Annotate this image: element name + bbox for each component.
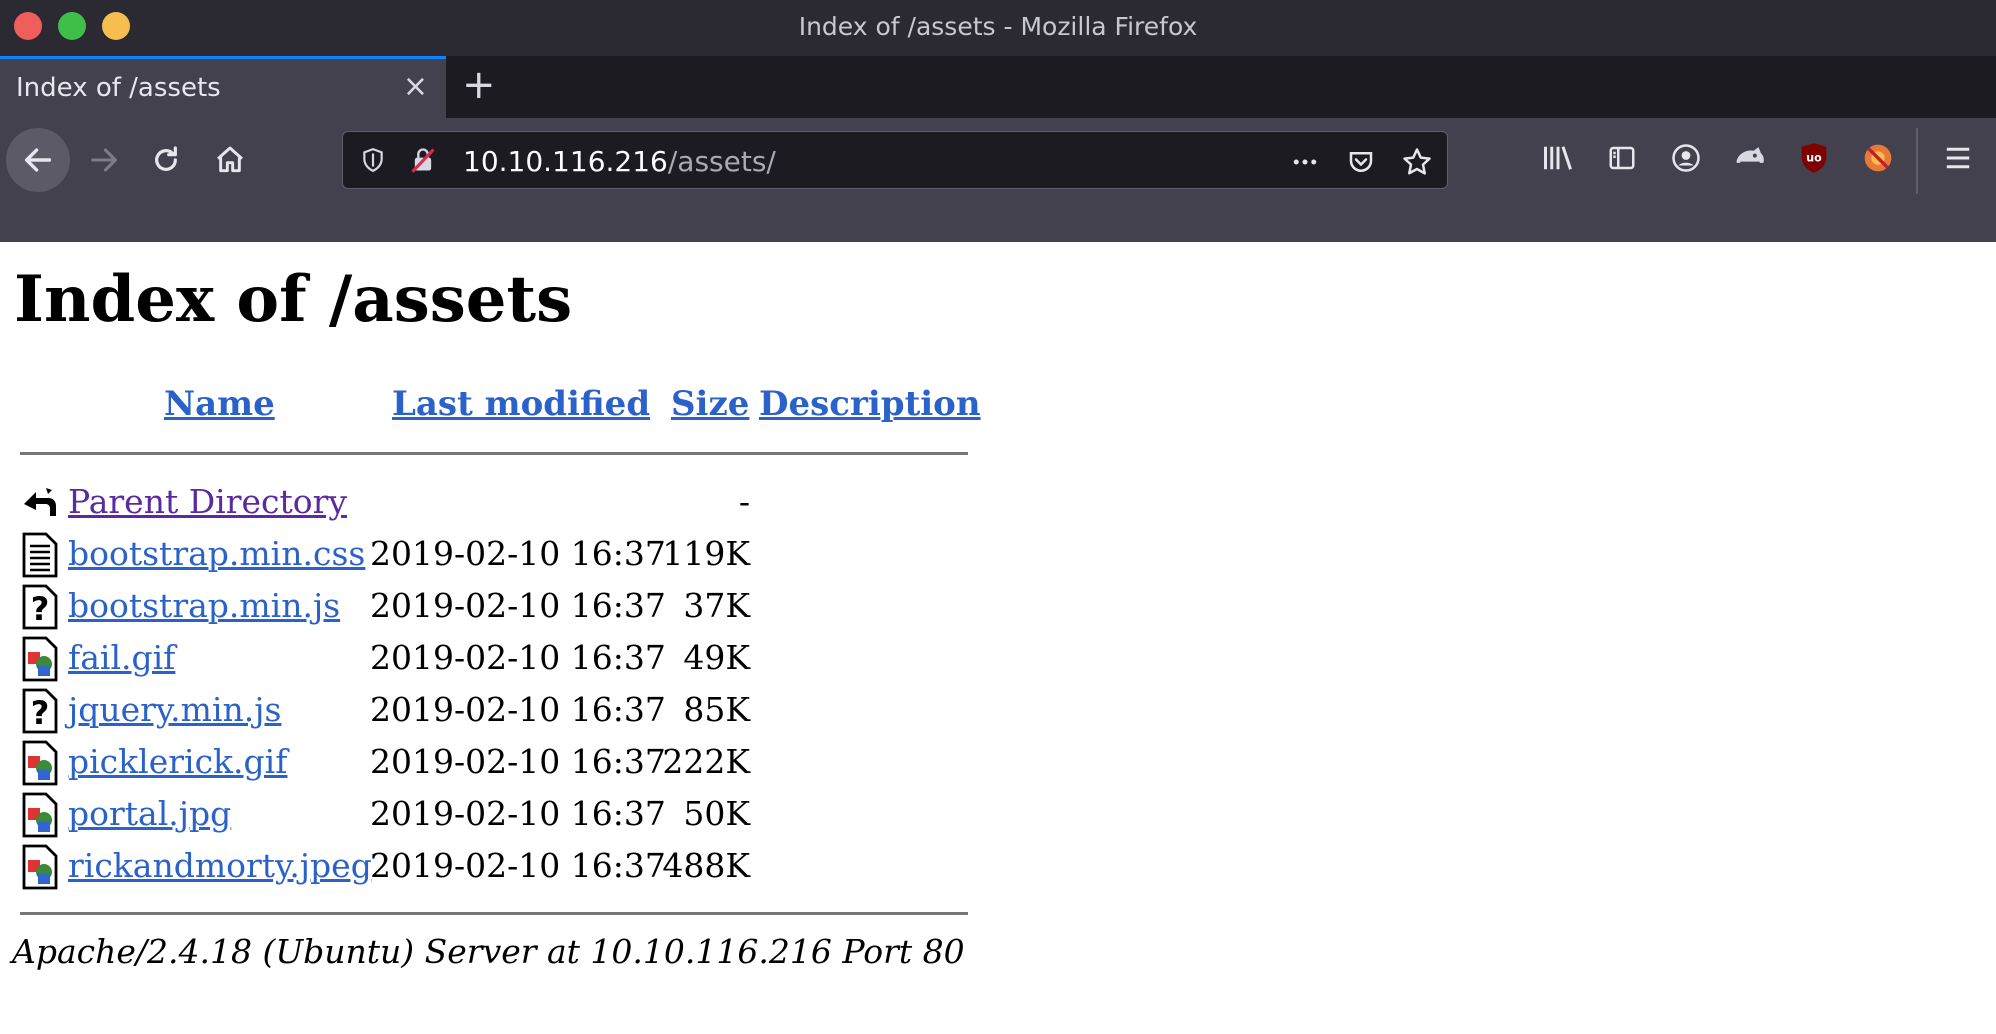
header-divider (20, 452, 968, 455)
reload-button[interactable] (142, 128, 190, 192)
unknown-file-icon: ? (22, 584, 58, 630)
column-header-last-modified[interactable]: Last modified (392, 384, 650, 424)
file-size: - (738, 482, 750, 521)
file-link-jquery-min-js[interactable]: jquery.min.js (68, 690, 281, 729)
column-header-size[interactable]: Size (671, 384, 749, 424)
list-item: portal.jpg 2019-02-10 16:37 50K (0, 792, 980, 842)
column-header-description[interactable]: Description (759, 384, 981, 424)
tab-title: Index of /assets (16, 73, 221, 103)
page-content: Index of /assets Name Last modified Size… (0, 242, 1996, 1034)
image-file-icon (22, 844, 58, 890)
file-date: 2019-02-10 16:37 (370, 534, 666, 573)
file-link-fail-gif[interactable]: fail.gif (68, 638, 175, 677)
file-link-parent-directory[interactable]: Parent Directory (68, 482, 347, 521)
list-item: ? jquery.min.js 2019-02-10 16:37 85K (0, 688, 980, 738)
forward-button[interactable] (80, 128, 128, 192)
back-icon (24, 488, 56, 516)
url-text[interactable]: 10.10.116.216/assets/ (463, 145, 776, 178)
tab-close-button[interactable]: × (403, 69, 428, 104)
tab-active[interactable]: Index of /assets × (0, 56, 446, 118)
reload-icon (155, 146, 177, 171)
svg-text:uo: uo (1806, 152, 1822, 165)
list-item: picklerick.gif 2019-02-10 16:37 222K (0, 740, 980, 790)
extension-blocked-icon[interactable] (1856, 136, 1900, 180)
file-size: 222K (662, 742, 750, 781)
file-size: 49K (683, 638, 750, 677)
list-item: bootstrap.min.css 2019-02-10 16:37 119K (0, 532, 980, 582)
list-item: fail.gif 2019-02-10 16:37 49K (0, 636, 980, 686)
image-file-icon (22, 740, 58, 786)
tab-bar: Index of /assets × + (0, 56, 1996, 118)
file-link-rickandmorty-jpeg[interactable]: rickandmorty.jpeg (68, 846, 372, 885)
home-button[interactable] (206, 128, 254, 192)
unknown-file-icon: ? (22, 688, 58, 734)
title-bar: Index of /assets - Mozilla Firefox (0, 0, 1996, 56)
file-date: 2019-02-10 16:37 (370, 690, 666, 729)
image-file-icon (22, 792, 58, 838)
sidebar-icon[interactable] (1600, 136, 1644, 180)
menu-hamburger-icon[interactable] (1936, 136, 1980, 180)
file-date: 2019-02-10 16:37 (370, 794, 666, 833)
shield-icon[interactable] (357, 144, 389, 176)
page-heading: Index of /assets (14, 262, 573, 337)
file-size: 488K (662, 846, 750, 885)
file-size: 85K (683, 690, 750, 729)
page-actions-icon[interactable] (1287, 144, 1323, 180)
ublock-origin-icon[interactable]: uo (1792, 136, 1836, 180)
url-host: 10.10.116.216 (463, 145, 668, 178)
list-item: Parent Directory - (0, 480, 980, 530)
file-link-portal-jpg[interactable]: portal.jpg (68, 794, 231, 833)
file-date: 2019-02-10 16:37 (370, 586, 666, 625)
arrow-left-icon (24, 148, 52, 172)
file-size: 50K (683, 794, 750, 833)
arrow-right-icon (91, 148, 117, 172)
file-size: 37K (683, 586, 750, 625)
file-date: 2019-02-10 16:37 (370, 742, 666, 781)
text-file-icon (22, 532, 58, 578)
file-date: 2019-02-10 16:37 (370, 638, 666, 677)
account-icon[interactable] (1664, 136, 1708, 180)
footer-divider (20, 912, 968, 915)
toolbar-separator (1916, 128, 1918, 194)
window-title: Index of /assets - Mozilla Firefox (798, 12, 1198, 41)
list-item: rickandmorty.jpeg 2019-02-10 16:37 488K (0, 844, 980, 894)
file-link-bootstrap-min-js[interactable]: bootstrap.min.js (68, 586, 340, 625)
nav-bar: 10.10.116.216/assets/ uo (0, 118, 1996, 242)
home-icon (217, 146, 243, 173)
svg-text:?: ? (31, 694, 50, 732)
bookmark-star-icon[interactable] (1399, 144, 1435, 180)
new-tab-button[interactable]: + (462, 62, 496, 108)
url-bar[interactable]: 10.10.116.216/assets/ (342, 131, 1448, 189)
insecure-lock-icon[interactable] (407, 144, 439, 176)
pocket-icon[interactable] (1343, 144, 1379, 180)
file-date: 2019-02-10 16:37 (370, 846, 666, 885)
server-signature: Apache/2.4.18 (Ubuntu) Server at 10.10.1… (12, 932, 965, 971)
column-header-name[interactable]: Name (164, 384, 275, 424)
extension-cat-icon[interactable] (1728, 136, 1772, 180)
file-link-picklerick-gif[interactable]: picklerick.gif (68, 742, 287, 781)
file-link-bootstrap-min-css[interactable]: bootstrap.min.css (68, 534, 365, 573)
url-path: /assets/ (667, 145, 776, 178)
library-icon[interactable] (1536, 136, 1580, 180)
list-item: ? bootstrap.min.js 2019-02-10 16:37 37K (0, 584, 980, 634)
back-button[interactable] (6, 128, 70, 192)
file-size: 119K (662, 534, 750, 573)
image-file-icon (22, 636, 58, 682)
svg-text:?: ? (31, 590, 50, 628)
